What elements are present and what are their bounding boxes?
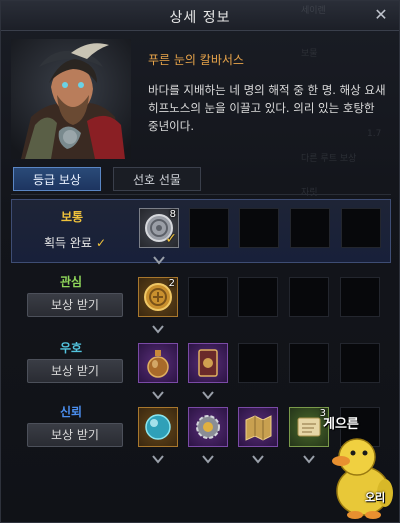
tier-row-normal: 보통 획득 완료 ✓ 8 ✓ xyxy=(11,199,391,265)
faded-text-4: 자릿 xyxy=(301,188,318,198)
gear-gem-icon xyxy=(196,415,220,439)
slot-marker-icon xyxy=(202,449,214,464)
tab-grade-rewards[interactable]: 등급 보상 xyxy=(13,167,101,191)
slot-marker-icon xyxy=(153,250,165,265)
tier-row-interest: 관심 보상 받기 2 xyxy=(11,269,391,334)
reward-slot-map[interactable] xyxy=(238,407,278,447)
empty-slot xyxy=(290,208,330,248)
potion-flask-icon xyxy=(147,350,169,378)
close-icon[interactable]: ✕ xyxy=(371,5,391,25)
title-bar: 세이렌 상세 정보 ✕ xyxy=(1,1,399,31)
tier-label: 보통 xyxy=(60,210,84,224)
claim-reward-button[interactable]: 보상 받기 xyxy=(27,359,123,383)
empty-slot xyxy=(238,343,278,383)
reward-slot-crystal-orb[interactable] xyxy=(138,407,178,447)
detail-window: 세이렌 상세 정보 ✕ 푸른 눈의 칼바서스 바다를 지배하는 네 명의 해적 … xyxy=(0,0,400,523)
reward-slot-gold-coin[interactable]: 2 xyxy=(138,277,178,317)
slot-marker-icon xyxy=(252,449,264,464)
empty-slot xyxy=(239,208,279,248)
watermark-text-top: 게으른 xyxy=(323,417,359,432)
crystal-orb-icon xyxy=(145,414,171,440)
reward-slot-potion[interactable] xyxy=(138,343,178,383)
empty-slot xyxy=(340,343,380,383)
empty-slot xyxy=(341,208,381,248)
faded-text-3: 다른 루트 보상 xyxy=(301,154,357,164)
check-icon: ✓ xyxy=(95,236,107,250)
window-title: 상세 정보 xyxy=(169,10,231,26)
item-count: 2 xyxy=(168,278,175,289)
npc-description: 바다를 지배하는 네 명의 해적 중 한 명. 해상 요새 히프노스의 눈을 이… xyxy=(148,83,386,133)
faded-text-1: 보물 xyxy=(301,49,318,59)
claim-reward-button[interactable]: 보상 받기 xyxy=(27,423,123,447)
empty-slot xyxy=(340,277,380,317)
empty-slot xyxy=(289,343,329,383)
empty-slot xyxy=(289,277,329,317)
claim-reward-button[interactable]: 보상 받기 xyxy=(27,293,123,317)
slot-marker-icon xyxy=(202,385,214,400)
tier-row-friendly: 우호 보상 받기 xyxy=(11,335,391,400)
faded-text-2: 1.7 xyxy=(367,129,382,139)
tier-label: 우호 xyxy=(59,341,83,355)
reward-slot-card-pack[interactable] xyxy=(188,343,228,383)
status-text: 획득 완료 xyxy=(43,236,92,250)
slot-marker-icon xyxy=(152,319,164,334)
reward-slot-gear-gem[interactable] xyxy=(188,407,228,447)
reward-slot-silver-coin[interactable]: 8 ✓ xyxy=(139,208,179,248)
empty-slot xyxy=(188,277,228,317)
npc-portrait xyxy=(11,39,131,159)
claimed-check-icon: ✓ xyxy=(165,231,177,247)
slot-marker-icon xyxy=(152,449,164,464)
slot-marker-icon xyxy=(303,449,315,464)
slot-marker-icon xyxy=(152,385,164,400)
tab-divider xyxy=(11,194,391,195)
tier-label: 관심 xyxy=(59,275,83,289)
card-pack-icon xyxy=(198,349,218,377)
tab-preferred-gifts[interactable]: 선호 선물 xyxy=(113,167,201,191)
empty-slot xyxy=(238,277,278,317)
empty-slot xyxy=(189,208,229,248)
status-claimed: 획득 완료 ✓ xyxy=(12,234,138,251)
watermark-text-bottom: 오리 xyxy=(365,491,386,504)
map-scroll-icon xyxy=(245,415,272,441)
item-count: 8 xyxy=(169,209,176,220)
npc-name: 푸른 눈의 칼바서스 xyxy=(148,53,244,67)
tier-label: 신뢰 xyxy=(59,405,83,419)
